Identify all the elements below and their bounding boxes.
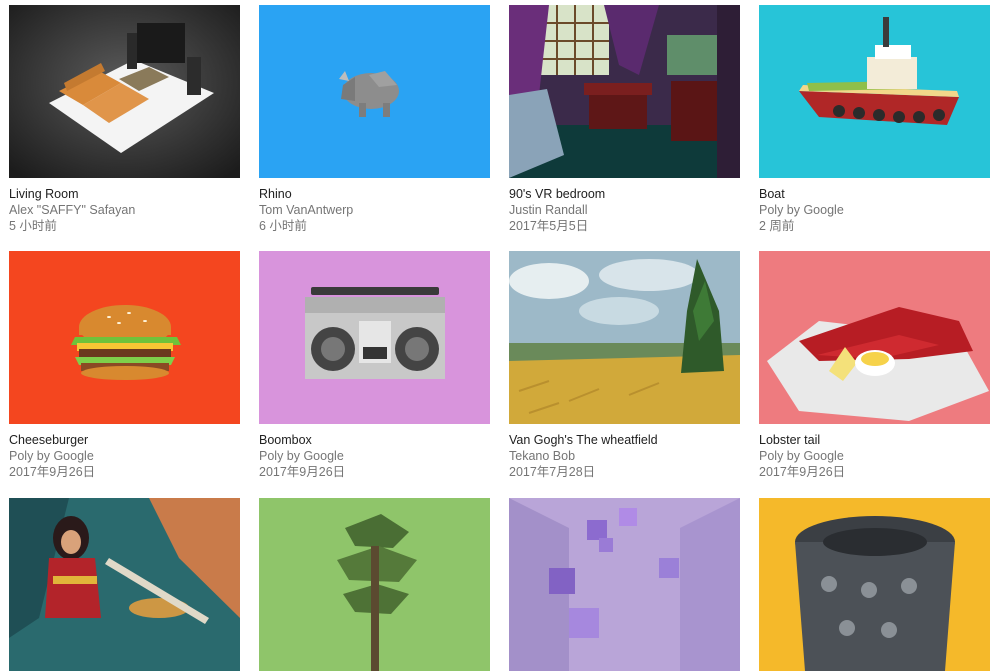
model-author[interactable]: Tom VanAntwerp — [259, 202, 490, 218]
model-date: 2017年9月26日 — [259, 465, 346, 479]
cheeseburger-thumbnail[interactable] — [9, 251, 240, 424]
model-card-boat[interactable]: Boat Poly by Google 2 周前 — [759, 5, 990, 234]
model-title[interactable]: Van Gogh's The wheatfield — [509, 432, 740, 448]
model-date: 5 小时前 — [9, 219, 57, 233]
model-card-rhino[interactable]: Rhino Tom VanAntwerp 6 小时前 — [259, 5, 490, 234]
model-card-purple-cubes[interactable] — [509, 498, 740, 671]
model-author[interactable]: Tekano Bob — [509, 448, 740, 464]
model-title[interactable]: 90's VR bedroom — [509, 186, 740, 202]
model-card-lobster-tail[interactable]: Lobster tail Poly by Google 2017年9月26日 — [759, 251, 990, 480]
model-title[interactable]: Boat — [759, 186, 990, 202]
bedroom-thumbnail[interactable] — [509, 5, 740, 178]
model-author[interactable]: Poly by Google — [259, 448, 490, 464]
purple-cubes-thumbnail[interactable] — [509, 498, 740, 671]
model-card-wonder-woman[interactable] — [9, 498, 240, 671]
model-date: 2017年9月26日 — [759, 465, 846, 479]
lobster-tail-thumbnail[interactable] — [759, 251, 990, 424]
model-date: 2 周前 — [759, 219, 795, 233]
model-card-camera-rig[interactable] — [759, 498, 990, 671]
tree-thumbnail[interactable] — [259, 498, 490, 671]
model-date: 2017年7月28日 — [509, 465, 596, 479]
poly-model-grid: Living Room Alex "SAFFY" Safayan 5 小时前 R… — [0, 0, 1000, 671]
model-card-van-goghs-wheatfield[interactable]: Van Gogh's The wheatfield Tekano Bob 201… — [509, 251, 740, 480]
model-date: 2017年9月26日 — [9, 465, 96, 479]
wheatfield-thumbnail[interactable] — [509, 251, 740, 424]
model-author[interactable]: Justin Randall — [509, 202, 740, 218]
camera-rig-thumbnail[interactable] — [759, 498, 990, 671]
model-card-living-room[interactable]: Living Room Alex "SAFFY" Safayan 5 小时前 — [9, 5, 240, 234]
model-title[interactable]: Boombox — [259, 432, 490, 448]
boombox-thumbnail[interactable] — [259, 251, 490, 424]
model-title[interactable]: Rhino — [259, 186, 490, 202]
model-author[interactable]: Poly by Google — [759, 202, 990, 218]
model-title[interactable]: Lobster tail — [759, 432, 990, 448]
model-title[interactable]: Cheeseburger — [9, 432, 240, 448]
model-date: 6 小时前 — [259, 219, 307, 233]
model-author[interactable]: Poly by Google — [759, 448, 990, 464]
model-card-tree[interactable] — [259, 498, 490, 671]
model-card-boombox[interactable]: Boombox Poly by Google 2017年9月26日 — [259, 251, 490, 480]
model-card-cheeseburger[interactable]: Cheeseburger Poly by Google 2017年9月26日 — [9, 251, 240, 480]
rhino-thumbnail[interactable] — [259, 5, 490, 178]
model-title[interactable]: Living Room — [9, 186, 240, 202]
boat-thumbnail[interactable] — [759, 5, 990, 178]
model-date: 2017年5月5日 — [509, 219, 589, 233]
model-author[interactable]: Alex "SAFFY" Safayan — [9, 202, 240, 218]
model-card-90s-vr-bedroom[interactable]: 90's VR bedroom Justin Randall 2017年5月5日 — [509, 5, 740, 234]
wonder-woman-thumbnail[interactable] — [9, 498, 240, 671]
model-author[interactable]: Poly by Google — [9, 448, 240, 464]
living-room-thumbnail[interactable] — [9, 5, 240, 178]
